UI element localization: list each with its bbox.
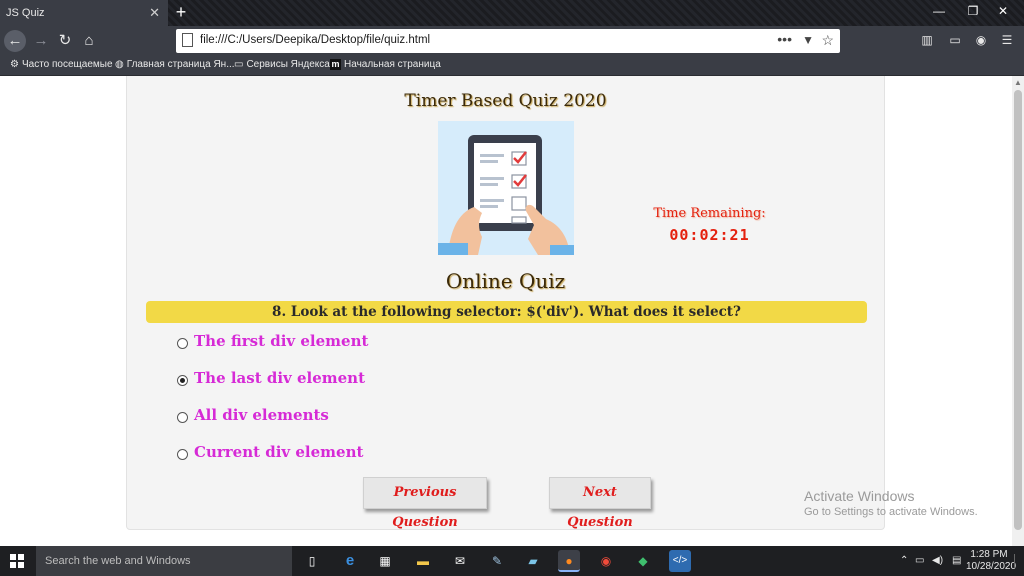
store-icon[interactable]: ▦ [374, 550, 396, 572]
windows-start-icon[interactable] [10, 554, 24, 568]
bookmark-frequent[interactable]: ⚙ Часто посещаемые [10, 59, 113, 70]
file-explorer-icon[interactable]: ▬ [412, 550, 434, 572]
bookmark-yandex-services[interactable]: ▭ Сервисы Яндекса [234, 59, 330, 70]
timer-label: Time Remaining: [653, 206, 766, 221]
clock-date: 10/28/2020 [966, 561, 1017, 572]
watermark-subtitle: Go to Settings to activate Windows. [804, 506, 978, 518]
scroll-up-icon[interactable]: ▲ [1014, 78, 1022, 87]
windows-taskbar: Search the web and Windows ▯ e ▦ ▬ ✉ ✎ ▰… [0, 546, 1024, 576]
question-text: 8. Look at the following selector: $('di… [146, 301, 867, 323]
answer-option-label[interactable]: All div elements [194, 406, 329, 424]
radio-button[interactable] [177, 449, 188, 460]
library-icon[interactable]: ▥ [918, 33, 936, 49]
radio-button-selected[interactable] [177, 375, 188, 386]
tab-close-icon[interactable]: ✕ [149, 5, 160, 21]
forward-arrow-icon[interactable]: → [30, 30, 52, 52]
maps-pin-icon[interactable]: ◆ [632, 550, 654, 572]
url-text[interactable]: file:///C:/Users/Deepika/Desktop/file/qu… [200, 34, 430, 46]
account-icon[interactable]: ◉ [972, 33, 990, 49]
page-viewport: Timer Based Quiz 2020 Time Remaining: 00… [0, 76, 1012, 546]
page-actions-menu-icon[interactable]: ••• [777, 31, 792, 47]
watermark-title: Activate Windows [804, 488, 915, 504]
scrollbar-thumb[interactable] [1014, 90, 1022, 530]
tablet-checklist-icon [438, 121, 574, 255]
search-placeholder: Search the web and Windows [45, 555, 191, 567]
code-editor-icon[interactable]: </> [669, 550, 691, 572]
folder-icon: ▭ [234, 59, 244, 70]
clock-time: 1:28 PM [970, 549, 1008, 560]
notepad-icon[interactable]: ▰ [522, 550, 544, 572]
quiz-tablet-illustration [438, 121, 574, 255]
tray-chevron-up-icon[interactable]: ⌃ [900, 555, 908, 566]
taskbar-search-box[interactable]: Search the web and Windows [36, 546, 292, 576]
radio-button[interactable] [177, 338, 188, 349]
bookmark-yandex-home[interactable]: ◍ Главная страница Ян... [115, 59, 235, 70]
minimize-icon[interactable]: — [929, 4, 949, 20]
hamburger-menu-icon[interactable]: ☰ [998, 33, 1016, 49]
firefox-icon[interactable]: ● [558, 550, 580, 572]
browser-tab[interactable]: JS Quiz ✕ [0, 0, 168, 26]
restore-icon[interactable]: ❐ [963, 4, 983, 20]
sidebar-icon[interactable]: ▭ [946, 33, 964, 49]
tab-title: JS Quiz [6, 7, 45, 19]
home-icon[interactable]: ⌂ [78, 30, 100, 52]
task-view-icon[interactable]: ▯ [301, 550, 323, 572]
bookmark-start-page[interactable]: m Начальная страница [330, 59, 441, 70]
chrome-icon[interactable]: ◉ [595, 550, 617, 572]
activate-windows-watermark: Activate Windows Go to Settings to activ… [804, 488, 978, 518]
browser-tab-bar: JS Quiz ✕ + — ❐ ✕ [0, 0, 1024, 26]
taskbar-clock[interactable]: 1:28 PM 10/28/2020 [966, 549, 1017, 573]
answer-option-label[interactable]: Current div element [194, 443, 363, 461]
timer-value: 00:02:21 [669, 226, 750, 244]
mail-icon[interactable]: ✉ [449, 550, 471, 572]
quiz-title: Timer Based Quiz 2020 [404, 91, 607, 111]
answer-option-label[interactable]: The first div element [194, 332, 368, 350]
back-arrow-icon[interactable]: ← [4, 30, 26, 52]
previous-question-button[interactable]: Previous Question [363, 477, 487, 530]
quiz-heading: Online Quiz [445, 269, 566, 293]
globe-icon: ◍ [115, 59, 124, 70]
next-question-button[interactable]: Next Question [549, 477, 651, 530]
bookmark-label: Главная страница Ян... [126, 59, 235, 70]
page-icon [182, 33, 193, 47]
quiz-container: Timer Based Quiz 2020 Time Remaining: 00… [126, 76, 885, 530]
bookmark-star-icon[interactable]: ☆ [821, 32, 834, 49]
reload-icon[interactable]: ↻ [54, 30, 76, 52]
edge-browser-icon[interactable]: e [339, 550, 361, 572]
m-icon: m [330, 59, 341, 70]
paint-icon[interactable]: ✎ [486, 550, 508, 572]
volume-icon[interactable]: ◀) [932, 555, 943, 566]
gear-icon: ⚙ [10, 59, 19, 70]
close-window-icon[interactable]: ✕ [993, 4, 1013, 20]
bookmarks-bar: ⚙ Часто посещаемые ◍ Главная страница Ян..… [0, 56, 1024, 76]
answer-option-label[interactable]: The last div element [194, 369, 365, 387]
new-tab-plus-icon[interactable]: + [172, 2, 190, 22]
message-icon[interactable]: ▤ [952, 555, 961, 566]
vertical-scrollbar[interactable]: ▲ [1012, 76, 1024, 546]
bookmark-label: Сервисы Яндекса [246, 59, 330, 70]
bookmark-label: Часто посещаемые [21, 59, 113, 70]
browser-nav-bar: ← → ↻ ⌂ file:///C:/Users/Deepika/Desktop… [0, 26, 1024, 56]
radio-button[interactable] [177, 412, 188, 423]
battery-icon[interactable]: ▭ [915, 555, 924, 566]
show-desktop-button[interactable] [1014, 554, 1022, 568]
pocket-icon[interactable]: ▼ [802, 33, 814, 47]
address-bar[interactable]: file:///C:/Users/Deepika/Desktop/file/qu… [176, 29, 840, 53]
bookmark-label: Начальная страница [344, 59, 441, 70]
